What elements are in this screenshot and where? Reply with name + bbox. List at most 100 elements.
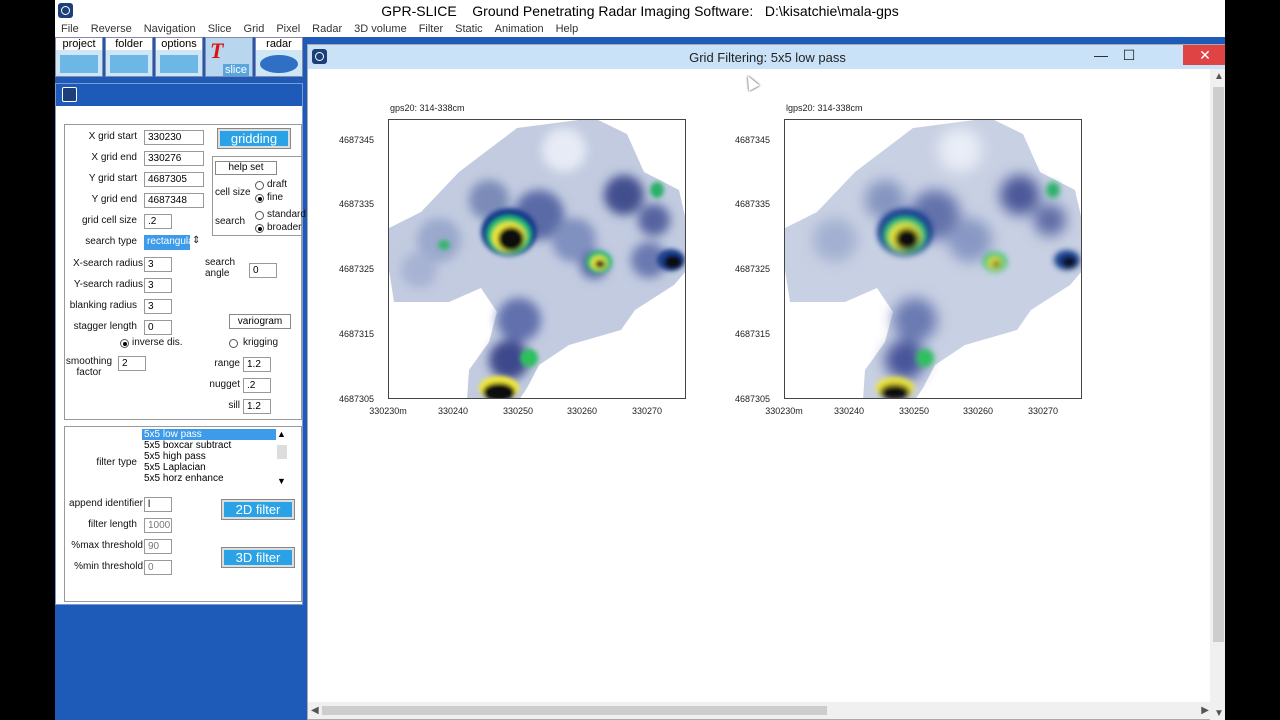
vertical-scroll-thumb[interactable] <box>1213 87 1224 642</box>
x-tick: 330260 <box>566 406 598 416</box>
menu-radar[interactable]: Radar <box>312 22 342 37</box>
x-grid-start-label: X grid start <box>88 131 137 142</box>
menu-bar: File Reverse Navigation Slice Grid Pixel… <box>55 22 1225 37</box>
gpr-slice-app: GPR-SLICE Ground Penetrating Radar Imagi… <box>55 0 1225 720</box>
menu-file[interactable]: File <box>61 22 79 37</box>
filter-option[interactable]: 5x5 Laplacian <box>142 462 288 473</box>
y-search-radius-input[interactable]: 3 <box>144 278 172 293</box>
menu-help[interactable]: Help <box>556 22 579 37</box>
menu-reverse[interactable]: Reverse <box>91 22 132 37</box>
krigging-radio[interactable] <box>229 339 238 348</box>
y-tick: 4687305 <box>338 394 374 404</box>
krigging-label: krigging <box>243 337 279 348</box>
app-title: GPR-SLICE Ground Penetrating Radar Imagi… <box>381 3 899 19</box>
broader-radio[interactable] <box>255 224 264 233</box>
range-input[interactable]: 1.2 <box>243 357 271 372</box>
maximize-button[interactable]: ☐ <box>1115 45 1143 65</box>
toolbar: project folder options T slice radar <box>55 37 305 77</box>
app-title-bar: GPR-SLICE Ground Penetrating Radar Imagi… <box>55 0 1225 22</box>
menu-filter[interactable]: Filter <box>419 22 443 37</box>
filter-option[interactable]: 5x5 horz enhance <box>142 473 288 484</box>
menu-grid[interactable]: Grid <box>244 22 265 37</box>
search-type-select[interactable]: rectangula <box>144 235 194 250</box>
vertical-scrollbar[interactable]: ▲ ▼ <box>1210 69 1225 720</box>
menu-3d-volume[interactable]: 3D volume <box>354 22 407 37</box>
scroll-up-icon[interactable]: ▲ <box>277 429 286 439</box>
fine-radio[interactable] <box>255 194 264 203</box>
search-type-spinner-icon[interactable]: ⇕ <box>192 235 200 246</box>
scroll-up-icon[interactable]: ▲ <box>1214 71 1224 82</box>
gridding-button[interactable]: gridding <box>217 128 291 149</box>
search-angle-input[interactable]: 0 <box>249 263 277 278</box>
menu-slice[interactable]: Slice <box>208 22 232 37</box>
scroll-down-icon[interactable]: ▼ <box>1214 708 1224 719</box>
sill-input[interactable]: 1.2 <box>243 399 271 414</box>
draft-radio[interactable] <box>255 181 264 190</box>
min-threshold-input[interactable]: 0 <box>144 560 172 575</box>
smoothing-factor-input[interactable]: 2 <box>118 356 146 371</box>
scroll-down-icon[interactable]: ▼ <box>277 476 286 486</box>
search-type-label: search type <box>85 236 137 247</box>
stagger-length-label: stagger length <box>73 321 137 332</box>
x-grid-end-input[interactable]: 330276 <box>144 151 204 166</box>
blanking-radius-label: blanking radius <box>69 300 137 311</box>
project-button[interactable]: project <box>55 37 103 77</box>
max-threshold-input[interactable]: 90 <box>144 539 172 554</box>
y-grid-end-label: Y grid end <box>91 194 137 205</box>
filter-option[interactable]: 5x5 high pass <box>142 451 288 462</box>
inverse-dis-radio[interactable] <box>120 339 129 348</box>
x-tick: 330240 <box>833 406 865 416</box>
y-tick: 4687315 <box>338 329 374 339</box>
radar-button[interactable]: radar <box>255 37 303 77</box>
menu-animation[interactable]: Animation <box>495 22 544 37</box>
scroll-thumb[interactable] <box>277 445 287 459</box>
menu-pixel[interactable]: Pixel <box>276 22 300 37</box>
filter-2d-button[interactable]: 2D filter <box>221 499 295 520</box>
filter-type-list[interactable]: 5x5 low pass 5x5 boxcar subtract 5x5 hig… <box>142 429 288 489</box>
filter-option[interactable]: 5x5 boxcar subtract <box>142 440 288 451</box>
grid-cell-size-input[interactable]: .2 <box>144 214 172 229</box>
standard-radio[interactable] <box>255 211 264 220</box>
scroll-right-icon[interactable]: ▶ <box>1201 705 1209 716</box>
grid-filtering-window: Grid Filtering: 5x5 low pass — ☐ ✕ gps20… <box>307 44 1225 720</box>
folder-button[interactable]: folder <box>105 37 153 77</box>
horizontal-scrollbar[interactable]: ◀ ▶ <box>308 702 1212 719</box>
min-threshold-label: %min threshold <box>74 561 143 572</box>
variogram-button[interactable]: variogram <box>229 314 291 329</box>
y-tick: 4687325 <box>338 264 374 274</box>
slice-button[interactable]: T slice <box>205 37 253 77</box>
gridding-panel: X grid start 330230 X grid end 330276 Y … <box>55 83 306 605</box>
filter-list-scrollbar[interactable]: ▲ ▼ <box>276 429 288 489</box>
smoothing-factor-label: smoothing factor <box>65 356 113 378</box>
panel-icon[interactable] <box>62 87 77 102</box>
y-grid-end-input[interactable]: 4687348 <box>144 193 204 208</box>
x-tick: 330260 <box>962 406 994 416</box>
filter-option[interactable]: 5x5 low pass <box>142 429 288 440</box>
help-set-button[interactable]: help set <box>215 161 277 175</box>
append-identifier-input[interactable]: l <box>144 497 172 512</box>
menu-static[interactable]: Static <box>455 22 483 37</box>
cell-size-label: cell size <box>215 187 251 198</box>
scroll-left-icon[interactable]: ◀ <box>311 705 319 716</box>
x-tick: 330230m <box>765 406 803 416</box>
options-button[interactable]: options <box>155 37 203 77</box>
project-label: project <box>56 38 102 50</box>
stagger-length-input[interactable]: 0 <box>144 320 172 335</box>
radar-icon <box>260 55 298 73</box>
x-tick: 330230m <box>369 406 407 416</box>
y-grid-start-input[interactable]: 4687305 <box>144 172 204 187</box>
inverse-dis-label: inverse dis. <box>132 337 183 348</box>
nugget-input[interactable]: .2 <box>243 378 271 393</box>
filter-3d-button[interactable]: 3D filter <box>221 547 295 568</box>
append-identifier-label: append identifier <box>69 498 143 509</box>
menu-navigation[interactable]: Navigation <box>144 22 196 37</box>
close-button[interactable]: ✕ <box>1183 45 1225 65</box>
radar-slice-image-filtered <box>785 120 1081 398</box>
x-search-radius-input[interactable]: 3 <box>144 257 172 272</box>
folder-label: folder <box>106 38 152 50</box>
filter-length-input[interactable]: 1000 <box>144 518 172 533</box>
horizontal-scroll-thumb[interactable] <box>322 706 827 715</box>
minimize-button[interactable]: — <box>1087 45 1115 65</box>
x-grid-start-input[interactable]: 330230 <box>144 130 204 145</box>
blanking-radius-input[interactable]: 3 <box>144 299 172 314</box>
